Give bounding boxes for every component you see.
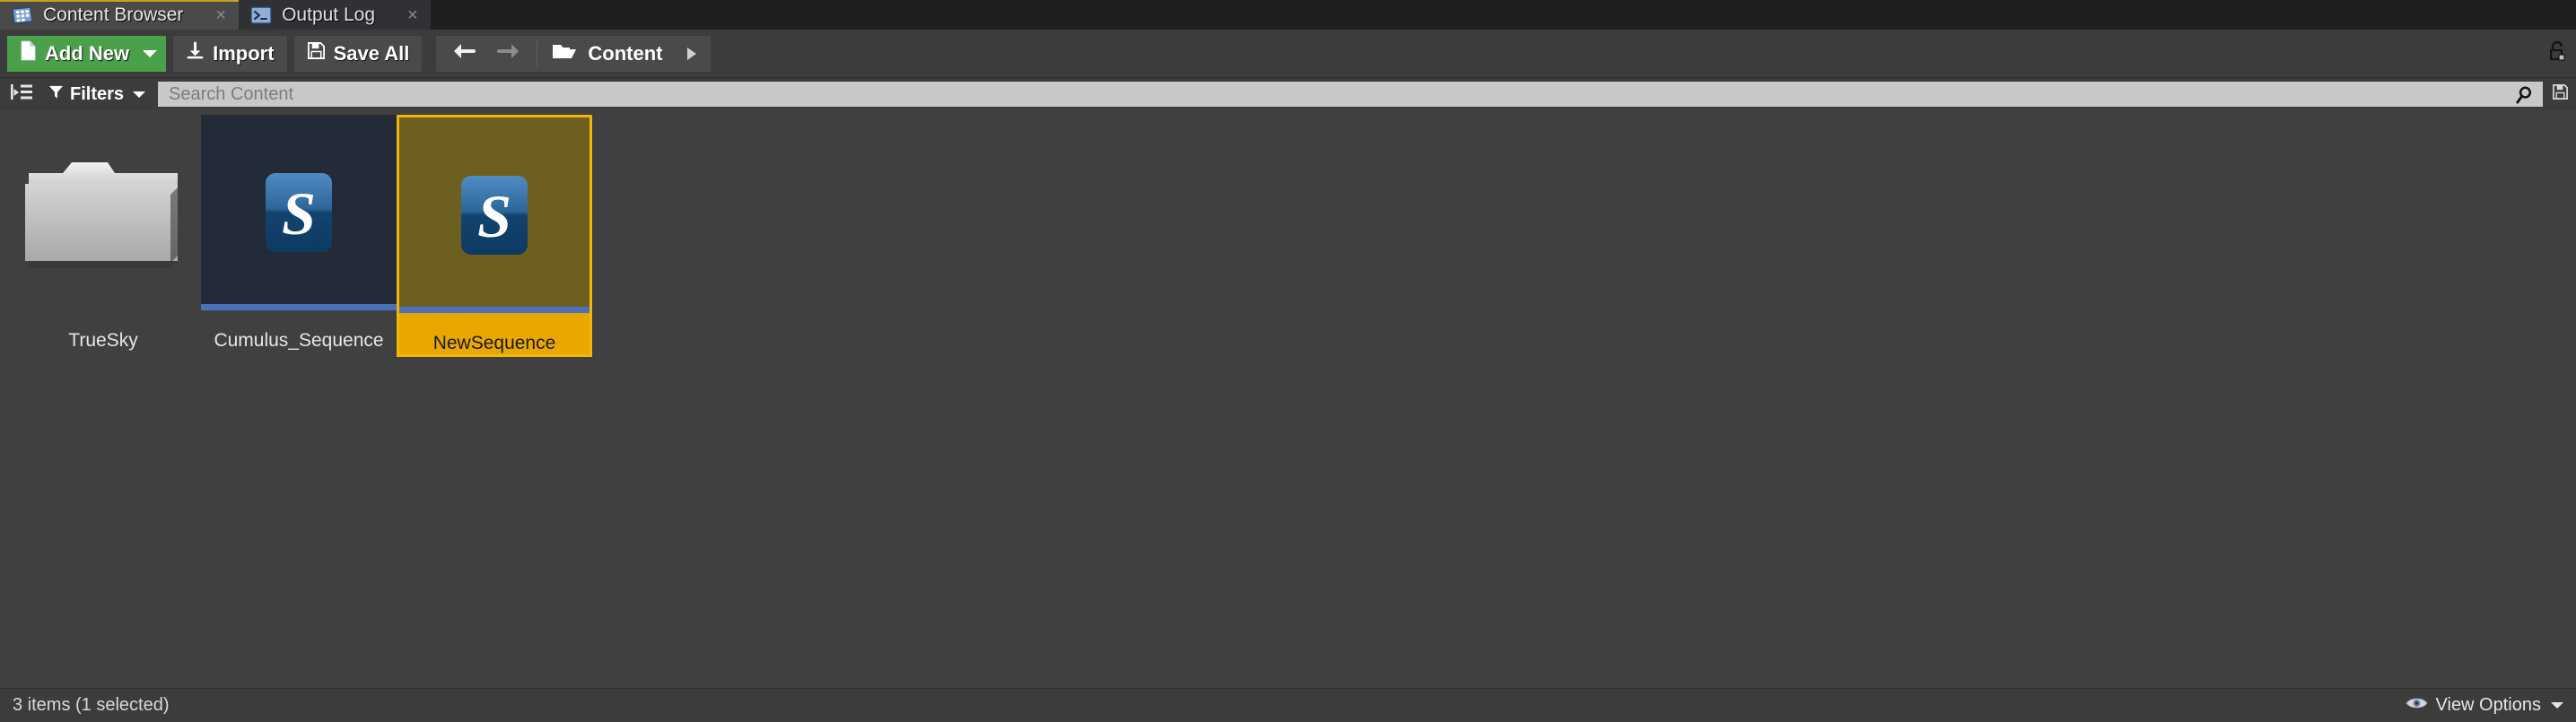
content-browser-icon [11,5,34,25]
add-new-button[interactable]: Add New [7,35,167,72]
add-new-label: Add New [45,41,130,65]
navigation-group: Content [436,35,712,72]
forward-button[interactable] [486,41,531,65]
asset-type-bar [201,304,397,310]
source-tree-toggle-button[interactable] [0,83,41,106]
filter-bar: Filters Search Content [0,79,2576,109]
new-document-icon [20,40,37,66]
asset-type-bar [399,307,589,313]
item-count-label: 3 items (1 selected) [13,695,170,715]
svg-text:S: S [477,182,511,250]
toolbar-right-group [2547,36,2576,72]
asset-tile-cumulus-sequence[interactable]: S Cumulus_Sequence [201,115,397,357]
breadcrumb-path-label: Content [588,41,663,65]
chevron-down-icon [2551,702,2563,709]
back-button[interactable] [441,41,486,65]
sequence-s-icon: S [459,174,529,257]
output-log-icon [249,5,273,25]
asset-thumbnail: S [399,117,589,313]
funnel-icon [48,84,64,105]
sequence-s-icon: S [264,171,334,254]
import-download-icon [186,41,205,65]
chevron-right-icon[interactable] [687,47,697,60]
view-options-button[interactable]: View Options [2405,695,2563,716]
tab-output-log[interactable]: Output Log × [239,0,431,30]
asset-tile-new-sequence[interactable]: S NewSequence [397,115,592,357]
filters-label: Filters [70,83,125,104]
close-icon[interactable]: × [215,6,226,24]
view-options-label: View Options [2435,695,2541,715]
import-label: Import [213,41,275,65]
content-browser-window: Content Browser × Output Log × Add New I… [0,0,2576,722]
asset-name-label: TrueSky [68,330,138,351]
chevron-down-icon [133,91,146,98]
asset-name-label: Cumulus_Sequence [214,330,384,351]
asset-thumbnail [5,115,201,310]
asset-name-label: NewSequence [432,333,556,353]
asset-tile-folder[interactable]: TrueSky [5,115,201,357]
arrow-left-icon [452,41,476,65]
tab-bar: Content Browser × Output Log × [0,0,2576,30]
eye-icon [2405,695,2428,716]
svg-text:S: S [282,179,316,248]
asset-grid: TrueSky S Cumulus_Sequence S NewSequence [5,115,2576,357]
magnifier-icon[interactable] [2515,85,2543,104]
main-toolbar: Add New Import Save All Content [0,30,2576,78]
source-tree-toggle-icon [11,83,32,106]
search-placeholder: Search Content [169,83,294,104]
open-folder-icon [552,41,577,66]
save-all-label: Save All [333,41,410,65]
import-button[interactable]: Import [173,35,287,72]
asset-grid-panel[interactable]: TrueSky S Cumulus_Sequence S NewSequence [0,109,2576,688]
save-search-icon [2552,83,2569,105]
chevron-down-icon [143,49,158,57]
status-bar: 3 items (1 selected) View Options [0,688,2576,722]
floppy-disk-icon [307,41,326,65]
filters-button[interactable]: Filters [41,84,153,105]
arrow-right-icon [497,41,520,65]
search-input[interactable]: Search Content [158,82,2543,107]
asset-thumbnail: S [201,115,397,310]
folder-icon [22,155,185,270]
save-search-button[interactable] [2545,83,2576,105]
unlocked-padlock-icon[interactable] [2547,40,2567,66]
breadcrumb[interactable]: Content [543,41,705,66]
close-icon[interactable]: × [407,6,418,24]
tab-label: Content Browser [43,4,184,25]
save-all-button[interactable]: Save All [293,35,423,72]
toolbar-actions: Add New Import Save All [7,35,423,72]
tab-label: Output Log [282,4,376,25]
tab-content-browser[interactable]: Content Browser × [0,0,240,30]
